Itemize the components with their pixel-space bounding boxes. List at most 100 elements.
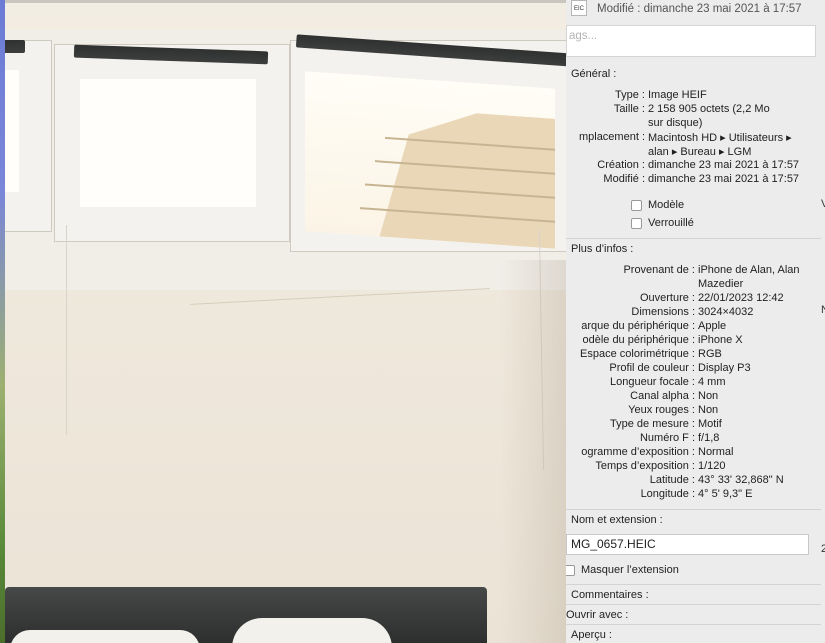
filename-input[interactable]: MG_0657.HEIC (566, 534, 809, 555)
info-row: Profil de couleur : (566, 362, 695, 376)
tags-input[interactable]: ags... (566, 25, 816, 57)
info-row-type: Type : (566, 89, 645, 103)
info-value: f/1,8 (698, 432, 720, 444)
section-divider (566, 624, 821, 625)
info-row: Provenant de : (566, 264, 695, 278)
info-row: ogramme d’exposition : (566, 446, 695, 460)
info-row: Yeux rouges : (566, 404, 695, 418)
roller-blind-left (2, 40, 25, 53)
blind-cord (66, 225, 67, 435)
info-row: Espace colorimétrique : (566, 348, 695, 362)
info-row: Canal alpha : (566, 390, 695, 404)
info-value: dimanche 23 mai 2021 à 17:57 (648, 159, 800, 171)
info-label: mplacement : (578, 131, 645, 143)
info-value: Image HEIF (648, 89, 707, 101)
section-divider (566, 509, 821, 510)
info-row: Ouverture : (566, 292, 695, 306)
photo-preview (0, 0, 573, 643)
info-label: Espace colorimétrique : (580, 348, 695, 360)
clipped-text-fragment: N (821, 304, 825, 316)
window-pane-middle (80, 79, 256, 207)
info-value: Non (698, 404, 719, 416)
info-label: Temps d’exposition : (595, 460, 695, 472)
info-value: iPhone de Alan, Alan (698, 264, 800, 276)
info-row: Latitude : (566, 474, 695, 488)
info-value: Motif (698, 418, 722, 430)
info-label: Longueur focale : (609, 376, 695, 388)
info-row-modified: Modifié : (566, 173, 645, 187)
info-label: Ouverture : (639, 292, 695, 304)
info-label: Création : (597, 159, 645, 171)
pillow (10, 630, 200, 643)
window-top-rule (0, 0, 573, 3)
info-label: Canal alpha : (630, 390, 695, 402)
section-divider (566, 604, 821, 605)
wall-crack (190, 288, 490, 305)
section-preview-title[interactable]: Aperçu : (571, 629, 612, 641)
section-comments-title[interactable]: Commentaires : (571, 589, 649, 601)
info-label: Type de mesure : (610, 418, 695, 430)
info-value-continued: sur disque) (648, 117, 703, 129)
section-general-title[interactable]: Général : (571, 68, 616, 80)
info-label: Provenant de : (623, 264, 695, 276)
info-value: 3024×4032 (698, 306, 754, 318)
info-label: Type : (615, 89, 645, 101)
info-label: Modifié : (603, 173, 645, 185)
info-value: 43° 33' 32,868" N (698, 474, 784, 486)
template-checkbox[interactable] (631, 200, 642, 211)
info-value: Display P3 (698, 362, 751, 374)
desktop-edge-strip (0, 0, 5, 643)
info-label: Latitude : (649, 474, 695, 486)
section-name-ext-title[interactable]: Nom et extension : (571, 514, 663, 526)
info-row: Numéro F : (566, 432, 695, 446)
info-label: odèle du périphérique : (582, 334, 695, 346)
info-value-continued: Mazedier (698, 278, 744, 290)
info-value: Apple (698, 320, 727, 332)
tags-placeholder: ags... (569, 30, 598, 42)
info-value: 4° 5' 9,3" E (698, 488, 753, 500)
info-value: 4 mm (698, 376, 726, 388)
section-open-with-title[interactable]: Ouvrir avec : (566, 609, 646, 621)
clipped-text-fragment: 2 (821, 543, 825, 555)
info-row: Temps d’exposition : (566, 460, 695, 474)
info-row: Longitude : (566, 488, 695, 502)
header-modified-summary: Modifié : dimanche 23 mai 2021 à 17:57 (597, 3, 802, 15)
info-label: Dimensions : (631, 306, 695, 318)
info-row: odèle du périphérique : (566, 334, 695, 348)
heic-file-icon: EIC (571, 0, 587, 16)
info-label: ogramme d’exposition : (581, 446, 695, 458)
info-row: arque du périphérique : (566, 320, 695, 334)
info-row: Dimensions : (566, 306, 695, 320)
locked-checkbox-label: Verrouillé (648, 217, 694, 229)
wall-shadow (500, 260, 573, 643)
info-label: arque du périphérique : (581, 320, 695, 332)
info-value: 1/120 (698, 460, 726, 472)
info-value: RGB (698, 348, 722, 360)
info-value-continued: alan ▸ Bureau ▸ LGM (648, 146, 752, 158)
info-row: Longueur focale : (566, 376, 695, 390)
info-row-size: Taille : (566, 103, 645, 117)
section-divider (566, 584, 821, 585)
section-divider (566, 238, 821, 239)
info-value: iPhone X (698, 334, 743, 346)
window-pane-left (3, 70, 19, 192)
info-row-created: Création : (566, 159, 645, 173)
info-value: Normal (698, 446, 734, 458)
info-value: 22/01/2023 12:42 (698, 292, 784, 304)
info-row: Type de mesure : (566, 418, 695, 432)
section-more-info-title[interactable]: Plus d’infos : (571, 243, 633, 255)
info-label: Longitude : (640, 488, 695, 500)
locked-checkbox[interactable] (631, 218, 642, 229)
building (360, 105, 555, 249)
window-pane-right (305, 71, 555, 249)
info-row-location: mplacement : (566, 131, 645, 145)
info-value: Macintosh HD ▸ Utilisateurs ▸ (648, 132, 792, 144)
hide-extension-checkbox[interactable] (566, 565, 575, 576)
hide-extension-label: Masquer l’extension (581, 564, 679, 576)
info-label: Taille : (613, 103, 645, 115)
info-label: Numéro F : (639, 432, 695, 444)
info-value: dimanche 23 mai 2021 à 17:57 (648, 173, 800, 185)
info-value: 2 158 905 octets (2,2 Mo (648, 103, 770, 115)
info-label: Yeux rouges : (628, 404, 695, 416)
info-label: Profil de couleur : (609, 362, 695, 374)
